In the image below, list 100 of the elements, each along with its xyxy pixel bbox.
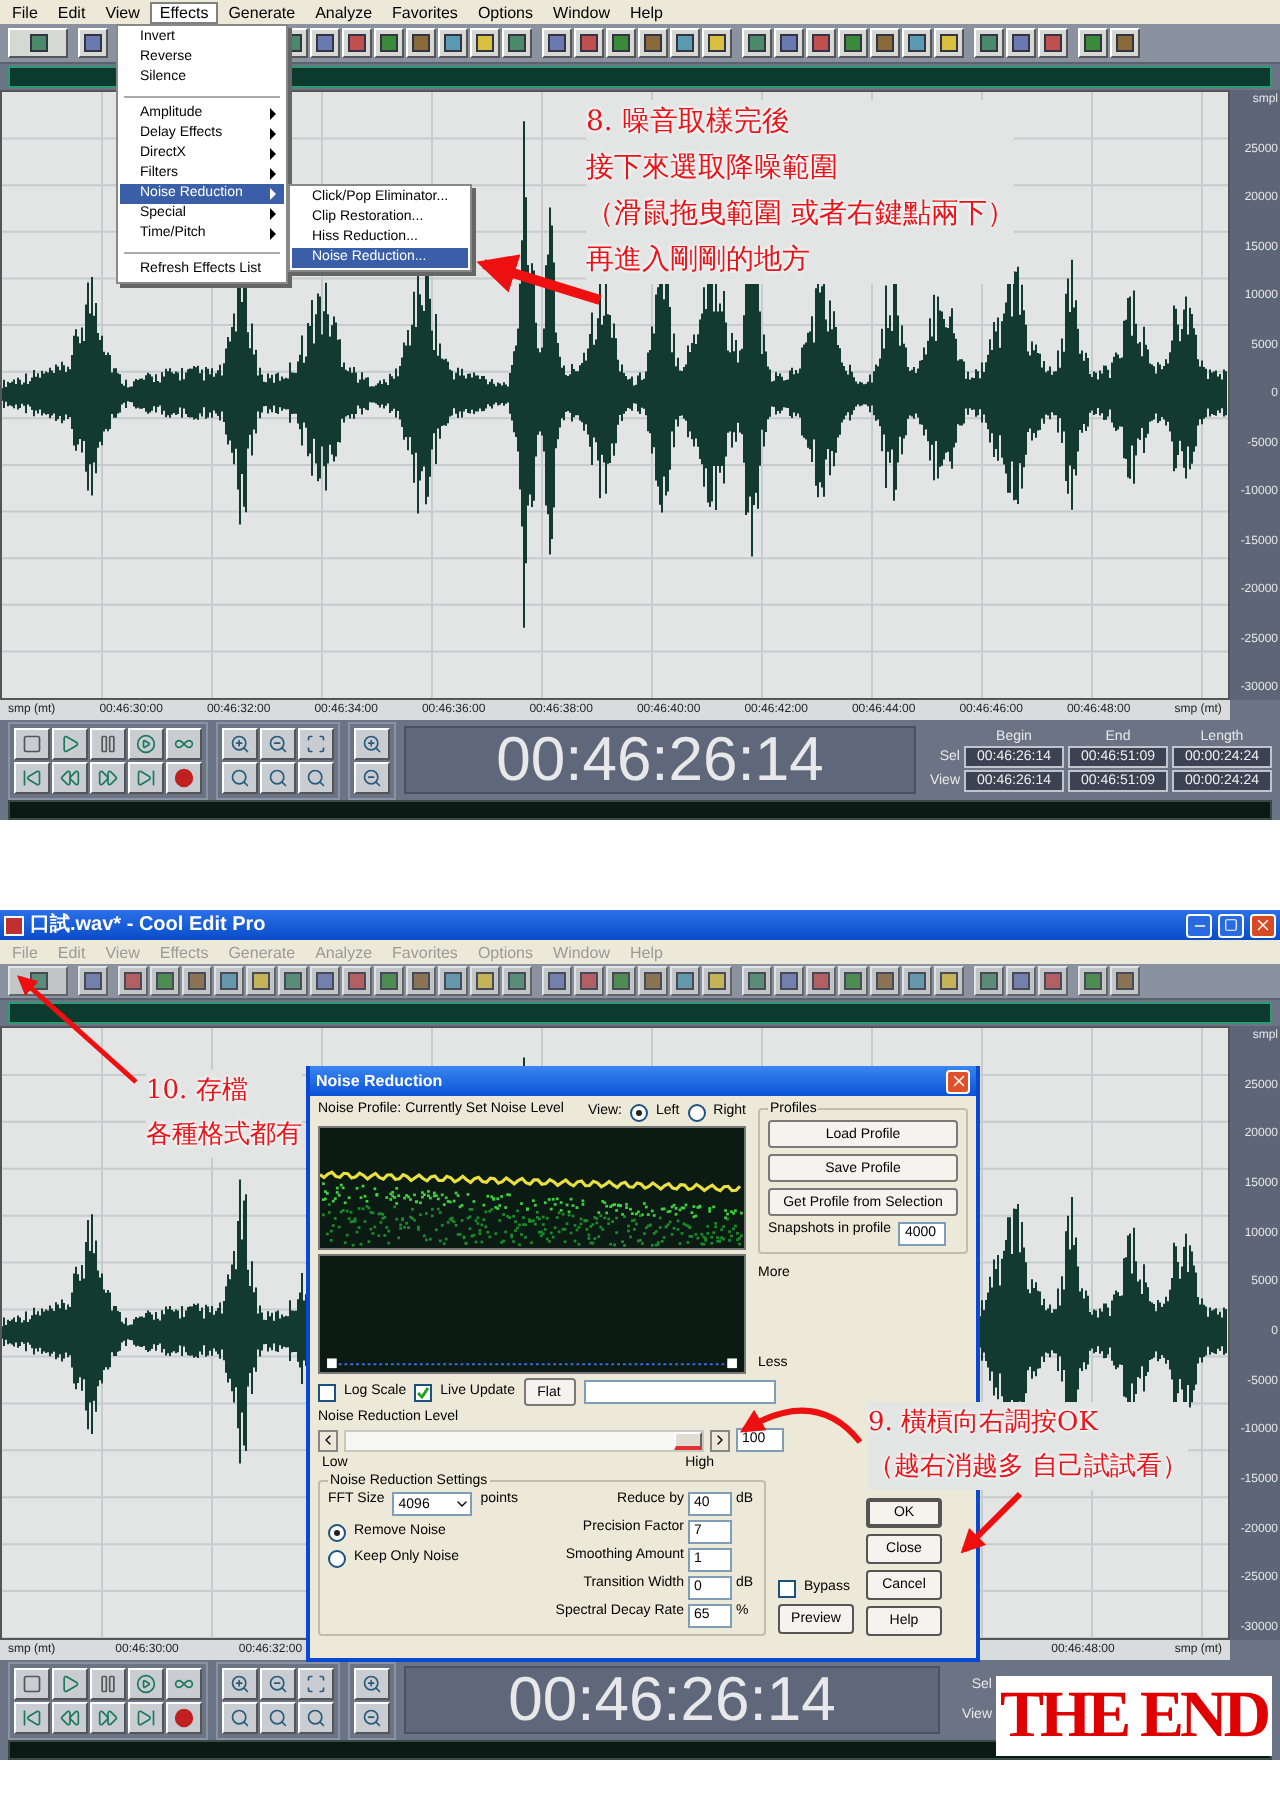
toolbar-button[interactable]	[1078, 28, 1108, 58]
toolbar-button[interactable]	[774, 966, 804, 996]
pause-button[interactable]	[90, 1667, 126, 1699]
toolbar-button[interactable]	[310, 28, 340, 58]
stop-button[interactable]	[14, 727, 50, 759]
loop-button[interactable]	[166, 727, 202, 759]
checkbox[interactable]	[414, 1383, 433, 1401]
zoom-left-button[interactable]	[222, 1701, 258, 1733]
go-to-end-button[interactable]	[128, 1701, 164, 1733]
loop-button[interactable]	[166, 1667, 202, 1699]
toolbar-button[interactable]	[870, 966, 900, 996]
radio-button[interactable]	[328, 1524, 346, 1542]
toolbar-button[interactable]	[342, 28, 372, 58]
zoom-selection-button[interactable]	[260, 1701, 296, 1733]
stop-button[interactable]	[14, 1667, 50, 1699]
maximize-button[interactable]	[1218, 913, 1244, 937]
toolbar-button[interactable]	[406, 966, 436, 996]
toolbar-button[interactable]	[1110, 28, 1140, 58]
toolbar-button[interactable]	[1006, 966, 1036, 996]
rewind-button[interactable]	[52, 1701, 88, 1733]
toolbar-button[interactable]	[638, 966, 668, 996]
zoom-right-button[interactable]	[298, 1701, 334, 1733]
toolbar-button[interactable]	[438, 966, 468, 996]
toolbar-button[interactable]	[774, 28, 804, 58]
toolbar-button[interactable]	[406, 28, 436, 58]
go-to-end-button[interactable]	[128, 761, 164, 793]
play-button[interactable]	[52, 727, 88, 759]
toolbar-button[interactable]	[118, 966, 148, 996]
zoom-out-vertical-button[interactable]	[354, 761, 390, 793]
checkbox[interactable]	[318, 1383, 336, 1401]
toolbar-button[interactable]	[278, 966, 308, 996]
toolbar-button[interactable]	[870, 28, 900, 58]
toolbar-button[interactable]	[702, 966, 732, 996]
toolbar-button[interactable]	[742, 966, 772, 996]
menu-item[interactable]: Options	[467, 2, 544, 24]
toolbar-button[interactable]	[470, 28, 500, 58]
zoom-right-button[interactable]	[298, 761, 334, 793]
toolbar-button[interactable]	[438, 28, 468, 58]
checkbox[interactable]	[778, 1580, 796, 1598]
zoom-in-vertical-button[interactable]	[354, 1667, 390, 1699]
slider-thumb[interactable]	[674, 1431, 702, 1449]
zoom-in-button[interactable]	[222, 1667, 258, 1699]
menu-item[interactable]: Window	[543, 2, 620, 24]
zoom-out-button[interactable]	[260, 727, 296, 759]
radio-button[interactable]	[328, 1550, 346, 1568]
toolbar-button[interactable]	[606, 28, 636, 58]
toolbar-button[interactable]	[606, 966, 636, 996]
go-to-start-button[interactable]	[14, 761, 50, 793]
zoom-in-button[interactable]	[222, 727, 258, 759]
toolbar-button[interactable]	[838, 966, 868, 996]
menu-item[interactable]: View	[95, 2, 150, 24]
toolbar-button[interactable]	[502, 966, 532, 996]
toolbar-button[interactable]	[670, 28, 700, 58]
toolbar-button[interactable]	[342, 966, 372, 996]
level-slider[interactable]	[344, 1429, 704, 1451]
zoom-selection-button[interactable]	[260, 761, 296, 793]
zoom-left-button[interactable]	[222, 761, 258, 793]
record-button[interactable]	[166, 761, 202, 793]
toolbar-button[interactable]	[574, 28, 604, 58]
toolbar-button[interactable]	[902, 966, 932, 996]
close-button[interactable]	[1250, 913, 1276, 937]
zoom-in-vertical-button[interactable]	[354, 727, 390, 759]
toolbar-button[interactable]	[974, 966, 1004, 996]
play-button[interactable]	[52, 1667, 88, 1699]
toolbar-button[interactable]	[1110, 966, 1140, 996]
minimize-button[interactable]	[1186, 913, 1212, 937]
toolbar-button[interactable]	[8, 28, 68, 58]
toolbar-button[interactable]	[670, 966, 700, 996]
menu-item[interactable]: Help	[619, 2, 673, 24]
toolbar-button[interactable]	[182, 966, 212, 996]
menu-item[interactable]: Favorites	[382, 2, 468, 24]
fast-forward-button[interactable]	[90, 761, 126, 793]
scroll-right-button[interactable]	[710, 1429, 730, 1451]
toolbar-button[interactable]	[542, 28, 572, 58]
menu-item[interactable]: File	[2, 2, 48, 24]
toolbar-button[interactable]	[214, 966, 244, 996]
pause-button[interactable]	[90, 727, 126, 759]
menu-item[interactable]: Generate	[218, 2, 306, 24]
scroll-left-button[interactable]	[318, 1429, 338, 1451]
toolbar-button[interactable]	[934, 28, 964, 58]
toolbar-button[interactable]	[1038, 28, 1068, 58]
toolbar-button[interactable]	[574, 966, 604, 996]
toolbar-button[interactable]	[150, 966, 180, 996]
text-field[interactable]	[583, 1380, 775, 1404]
toolbar-button[interactable]	[1078, 966, 1108, 996]
toolbar-button[interactable]	[310, 966, 340, 996]
toolbar-button[interactable]	[742, 28, 772, 58]
toolbar-button[interactable]	[542, 966, 572, 996]
toolbar-button[interactable]	[374, 28, 404, 58]
radio-button[interactable]	[629, 1103, 648, 1121]
zoom-full-button[interactable]	[298, 727, 334, 759]
menu-item[interactable]: Analyze	[305, 2, 383, 24]
toolbar-button[interactable]	[502, 28, 532, 58]
play-to-end-button[interactable]	[128, 1667, 164, 1699]
toolbar-button[interactable]	[1006, 28, 1036, 58]
toolbar-button[interactable]	[838, 28, 868, 58]
toolbar-button[interactable]	[246, 966, 276, 996]
toolbar-button[interactable]	[934, 966, 964, 996]
fast-forward-button[interactable]	[90, 1701, 126, 1733]
toolbar-button[interactable]	[638, 28, 668, 58]
